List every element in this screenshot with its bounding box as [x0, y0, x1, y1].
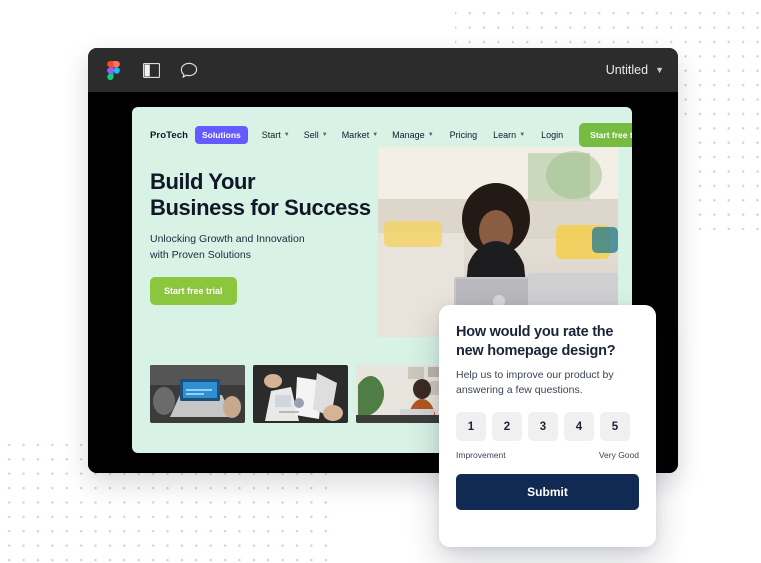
feedback-card-subtitle-line1: Help us to improve our product by — [456, 369, 614, 381]
file-title-label: Untitled — [605, 63, 649, 77]
thumbnail-3[interactable] — [356, 365, 451, 423]
background-mask — [690, 230, 761, 563]
nav-item-market[interactable]: Market ▼ — [342, 130, 378, 140]
rating-button-5[interactable]: 5 — [600, 412, 630, 441]
nav-item-login[interactable]: Login — [541, 130, 563, 140]
brand-logo[interactable]: ProTech — [150, 130, 188, 141]
nav-item-label: Manage — [392, 130, 425, 140]
chevron-down-icon: ▼ — [427, 132, 434, 138]
thumbnail-1[interactable] — [150, 365, 245, 423]
nav-item-label: Market — [341, 130, 370, 140]
feedback-card-title: How would you rate the new homepage desi… — [456, 323, 639, 361]
panel-toggle-icon[interactable] — [138, 57, 164, 83]
chevron-down-icon: ▼ — [655, 65, 664, 75]
nav-item-start[interactable]: Start ▼ — [262, 130, 290, 140]
nav-item-solutions[interactable]: Solutions — [195, 126, 248, 144]
thumbnail-strip — [150, 365, 451, 423]
file-title[interactable]: Untitled ▼ — [606, 63, 664, 77]
nav-item-label: Login — [541, 130, 564, 140]
hero-subtitle-line1: Unlocking Growth and Innovation — [150, 233, 305, 245]
navbar-right-group: Pricing Learn ▼ Login Start free trial — [434, 123, 632, 147]
feedback-card-subtitle: Help us to improve our product by answer… — [456, 368, 639, 398]
feedback-card-title-line2: new homepage design? — [456, 343, 616, 359]
submit-button[interactable]: Submit — [456, 474, 639, 510]
hero-start-free-trial-button[interactable]: Start free trial — [150, 277, 237, 305]
hero-subtitle-line2: with Proven Solutions — [150, 249, 251, 261]
chevron-down-icon: ▼ — [372, 132, 379, 138]
rating-button-4[interactable]: 4 — [564, 412, 594, 441]
nav-item-label: Sell — [303, 130, 319, 140]
feedback-card: How would you rate the new homepage desi… — [439, 305, 656, 547]
nav-item-manage[interactable]: Manage ▼ — [392, 130, 433, 140]
nav-item-label: Learn — [493, 130, 517, 140]
nav-item-learn[interactable]: Learn ▼ — [493, 130, 525, 140]
hero-heading-line2: Business for Success — [150, 195, 371, 220]
nav-item-pricing[interactable]: Pricing — [450, 130, 478, 140]
hero-heading: Build Your Business for Success — [150, 169, 390, 221]
rating-label-low: Improvement — [456, 450, 506, 460]
rating-scale: 1 2 3 4 5 — [456, 412, 639, 441]
rating-label-high: Very Good — [598, 450, 639, 460]
nav-start-free-trial-button[interactable]: Start free trial — [579, 123, 632, 147]
rating-button-2[interactable]: 2 — [492, 412, 522, 441]
rating-button-3[interactable]: 3 — [528, 412, 558, 441]
nav-item-label: Start — [261, 130, 281, 140]
nav-item-sell[interactable]: Sell ▼ — [304, 130, 328, 140]
chevron-down-icon: ▼ — [321, 132, 328, 138]
feedback-card-subtitle-line2: answering a few questions. — [456, 384, 583, 396]
feedback-card-title-line1: How would you rate the — [456, 324, 614, 340]
hero-subtitle: Unlocking Growth and Innovation with Pro… — [150, 231, 380, 263]
figma-toolbar: Untitled ▼ — [88, 48, 678, 92]
thumbnail-2[interactable] — [253, 365, 348, 423]
chevron-down-icon: ▼ — [283, 132, 290, 138]
rating-button-1[interactable]: 1 — [456, 412, 486, 441]
chevron-down-icon: ▼ — [519, 132, 526, 138]
figma-logo-icon[interactable] — [100, 57, 126, 83]
rating-scale-labels: Improvement Very Good — [456, 450, 639, 460]
nav-item-label: Pricing — [449, 130, 478, 140]
hero-heading-line1: Build Your — [150, 169, 256, 194]
comment-bubble-icon[interactable] — [176, 57, 202, 83]
